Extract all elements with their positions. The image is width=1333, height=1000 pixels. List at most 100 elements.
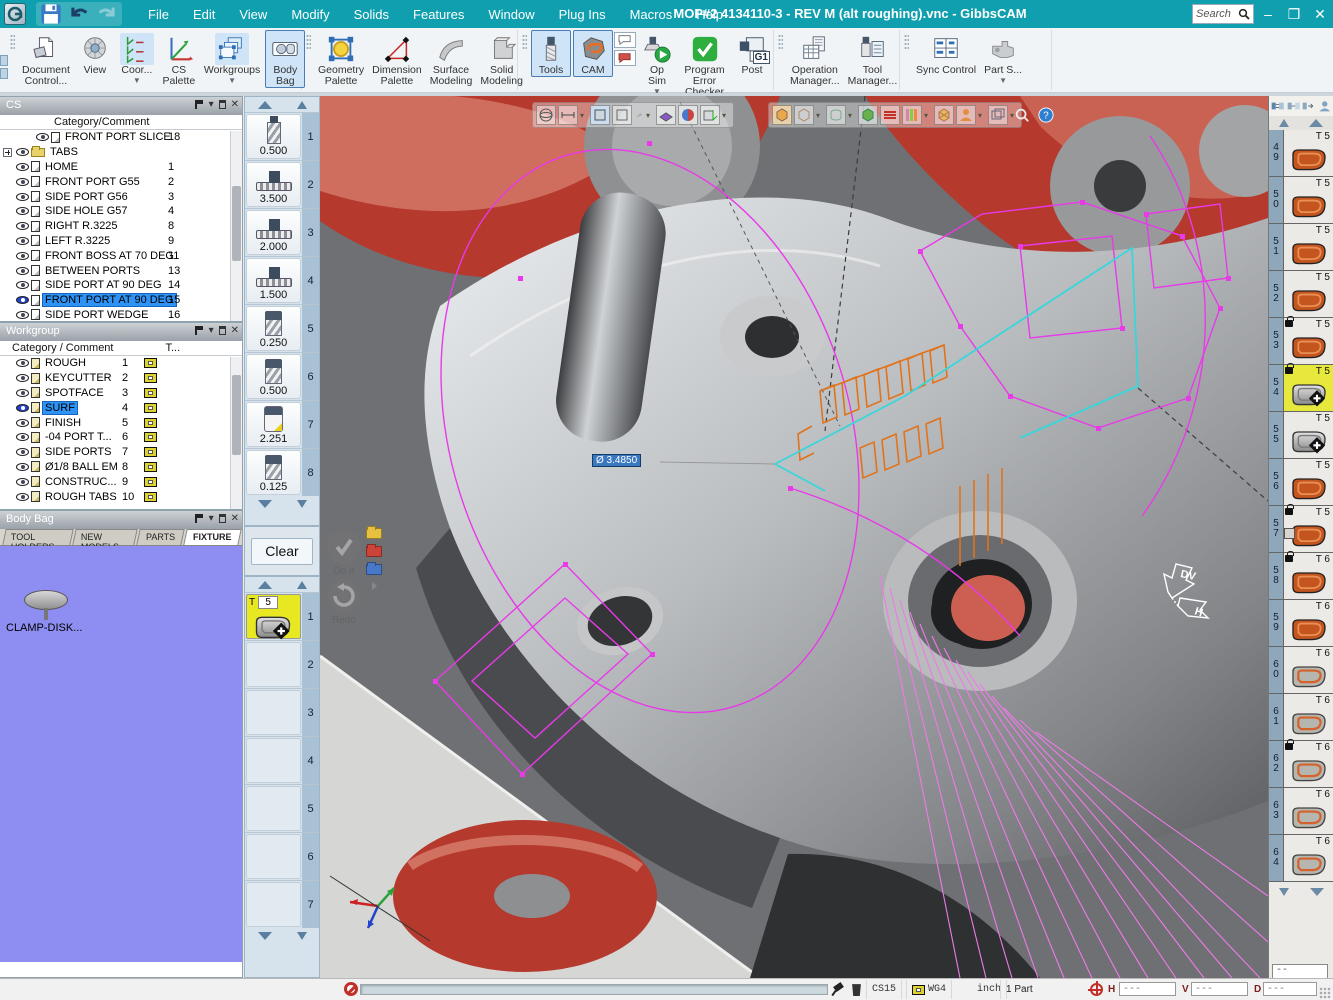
bodybag-tab-new-models[interactable]: NEW MODELS <box>73 529 138 545</box>
program-error-checker-button[interactable]: Program Error Checker <box>679 30 730 99</box>
cam-button[interactable]: CAM <box>573 30 613 77</box>
bodybag-content[interactable]: CLAMP-DISK... <box>0 546 242 962</box>
visibility-eye-icon[interactable] <box>16 493 29 501</box>
tool-cell[interactable]: 1.500 4 <box>245 256 319 304</box>
undo-icon[interactable] <box>68 4 90 24</box>
wireframe-sphere-icon[interactable] <box>536 105 556 125</box>
panel-menu-icon[interactable]: ▾ <box>209 99 214 110</box>
document-control-button[interactable]: Document Control... <box>19 30 73 88</box>
menu-solids[interactable]: Solids <box>344 3 399 26</box>
expand-icon[interactable] <box>3 148 12 157</box>
sync-op-icon[interactable] <box>1271 99 1285 113</box>
machinist-icon[interactable] <box>956 105 976 125</box>
redo-op-button[interactable] <box>327 579 361 613</box>
bodybag-panel-titlebar[interactable]: Body Bag ▾✕ <box>0 511 242 529</box>
menu-plug-ins[interactable]: Plug Ins <box>549 3 616 26</box>
tool-cell[interactable]: 0.500 6 <box>245 352 319 400</box>
tool-cell[interactable]: 3.500 2 <box>245 160 319 208</box>
tool-manager-button[interactable]: Tool Manager... <box>845 30 901 88</box>
tool-number-field[interactable]: 5 <box>258 596 278 609</box>
zoom-select-icon[interactable] <box>1011 105 1033 125</box>
panel-close-icon[interactable]: ✕ <box>231 513 239 524</box>
stock-cube-icon[interactable] <box>858 105 878 125</box>
op-tile-57[interactable]: 5 7 T 5 <box>1269 506 1333 553</box>
visibility-eye-icon[interactable] <box>16 178 29 186</box>
tool-list-scroll-down[interactable] <box>245 496 319 511</box>
visibility-eye-icon[interactable] <box>16 267 29 275</box>
dock-icon[interactable] <box>195 326 204 335</box>
flash-cam-icon[interactable] <box>614 50 636 66</box>
visibility-eye-icon[interactable] <box>16 448 29 456</box>
op-slot-4[interactable]: 4 <box>245 736 319 784</box>
visibility-eye-icon[interactable] <box>16 193 29 201</box>
clear-button[interactable]: Clear <box>251 538 313 565</box>
panel-menu-icon[interactable]: ▾ <box>209 513 214 524</box>
do-it-button[interactable] <box>327 530 361 564</box>
color-bars-icon[interactable] <box>902 105 922 125</box>
dock-icon[interactable] <box>195 100 204 109</box>
folder-yellow-icon[interactable] <box>366 528 382 539</box>
visibility-eye-icon[interactable] <box>16 237 29 245</box>
trash-icon[interactable] <box>851 982 862 996</box>
maximize-button[interactable]: ❒ <box>1281 0 1307 28</box>
wg-visible-checkbox[interactable] <box>144 447 157 457</box>
geometry-palette-button[interactable]: Geometry Palette <box>315 30 367 88</box>
folder-blue-icon[interactable] <box>366 564 382 575</box>
wg-indicator[interactable]: WG4 <box>906 980 952 999</box>
pin-icon[interactable] <box>219 100 226 109</box>
minimize-button[interactable]: – <box>1255 0 1281 28</box>
op-slot-3[interactable]: 3 <box>245 688 319 736</box>
cs-row[interactable]: SIDE PORT AT 90 DEG 14 <box>0 278 242 293</box>
transparent-body-icon[interactable] <box>826 105 846 125</box>
visibility-eye-icon[interactable] <box>16 252 29 260</box>
bodybag-tab-fixture[interactable]: FIXTURE <box>184 529 242 545</box>
tool-cell[interactable]: 0.500 1 <box>245 112 319 160</box>
dropdown-caret-icon[interactable]: ▾ <box>978 111 986 120</box>
sync-op-icon[interactable] <box>1302 99 1316 113</box>
cs-scrollbar[interactable] <box>230 131 242 321</box>
tool-cell[interactable]: 0.125 8 <box>245 448 319 496</box>
ghost-cube-icon[interactable] <box>794 105 814 125</box>
search-input[interactable]: Search <box>1192 4 1254 24</box>
workgroup-row[interactable]: KEYCUTTER 2 <box>0 371 242 386</box>
coor-button[interactable]: Coor... ▼ <box>117 30 157 77</box>
tool-cell[interactable]: 2.000 3 <box>245 208 319 256</box>
dropdown-caret-icon[interactable]: ▾ <box>848 111 856 120</box>
dock-icon[interactable] <box>195 514 204 523</box>
tools-button[interactable]: Tools <box>531 30 571 77</box>
wg-visible-checkbox[interactable] <box>144 477 157 487</box>
op-slot-7[interactable]: 7 <box>245 880 319 928</box>
workgroup-row[interactable]: CONSTRUC... 9 <box>0 474 242 489</box>
dropdown-caret-icon[interactable]: ▼ <box>133 76 141 85</box>
redo-icon[interactable] <box>96 4 118 24</box>
cs-row[interactable]: TABS <box>0 145 242 160</box>
pin-icon[interactable] <box>219 326 226 335</box>
panel-close-icon[interactable]: ✕ <box>231 99 239 110</box>
bodybag-item-label[interactable]: CLAMP-DISK... <box>6 622 82 634</box>
diameter-dimension-label[interactable]: Ø 3.4850 <box>592 454 641 467</box>
dropdown-caret-icon[interactable]: ▾ <box>722 111 730 120</box>
save-icon[interactable] <box>40 4 62 24</box>
menu-view[interactable]: View <box>229 3 277 26</box>
palette-expand-arrow[interactable] <box>372 582 377 590</box>
pin-icon[interactable] <box>833 983 845 996</box>
bodybag-tab-tool-holders[interactable]: TOOL HOLDERS <box>2 529 74 545</box>
cs-indicator[interactable]: CS15 <box>866 980 902 999</box>
workgroup-row[interactable]: SPOTFACE 3 <box>0 386 242 401</box>
operation-manager-button[interactable]: Operation Manager... <box>787 30 843 88</box>
wg-visible-checkbox[interactable] <box>144 492 157 502</box>
wg-visible-checkbox[interactable] <box>144 462 157 472</box>
op-tile-60[interactable]: 6 0 T 6 <box>1269 647 1333 694</box>
close-button[interactable]: ✕ <box>1307 0 1333 28</box>
visibility-eye-icon[interactable] <box>16 311 29 319</box>
workgroups-button[interactable]: Workgroups ▼ <box>201 30 263 77</box>
pin-icon[interactable] <box>219 514 226 523</box>
op-tile-54[interactable]: 5 4 T 5 <box>1269 365 1333 412</box>
workgroup-row[interactable]: FINISH 5 <box>0 415 242 430</box>
cs-palette-button[interactable]: CS Palette <box>159 30 199 88</box>
wg-visible-checkbox[interactable] <box>144 388 157 398</box>
cs-row[interactable]: FRONT PORT AT 90 DEG 15 <box>0 293 242 308</box>
tool-cell[interactable]: 0.250 5 <box>245 304 319 352</box>
menu-file[interactable]: File <box>138 3 179 26</box>
wg-visible-checkbox[interactable] <box>144 373 157 383</box>
